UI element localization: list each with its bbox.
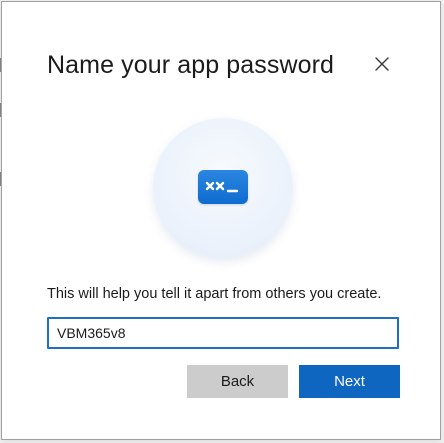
dialog-description: This will help you tell it apart from ot… xyxy=(47,286,382,302)
app-password-icon xyxy=(198,170,248,204)
illustration-circle xyxy=(153,118,293,258)
back-button[interactable]: Back xyxy=(187,365,288,398)
app-password-dialog: Name your app password This will help yo… xyxy=(1,1,441,440)
app-password-name-input[interactable] xyxy=(47,317,399,349)
close-button[interactable] xyxy=(368,50,396,78)
dialog-title: Name your app password xyxy=(47,51,335,79)
close-icon xyxy=(375,57,389,71)
next-button[interactable]: Next xyxy=(299,365,400,398)
